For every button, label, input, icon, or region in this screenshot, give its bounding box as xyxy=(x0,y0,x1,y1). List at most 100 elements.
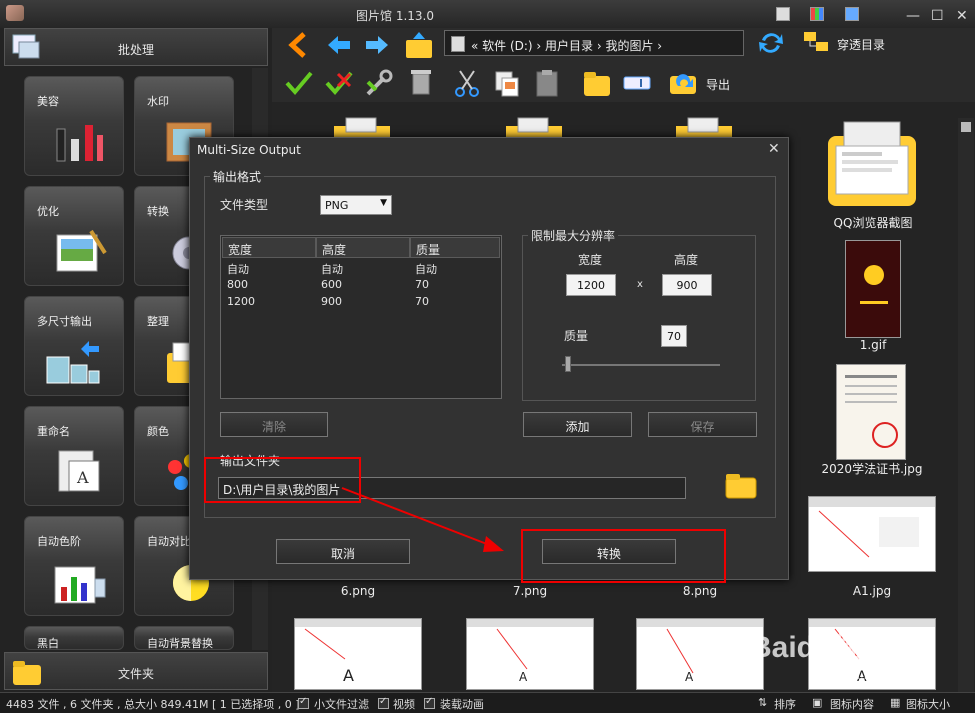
table-cell[interactable]: 1200 xyxy=(221,295,255,308)
quality-slider[interactable] xyxy=(562,364,720,366)
breadcrumb[interactable]: « 软件 (D:) › 用户目录 › 我的图片 › xyxy=(444,30,744,56)
tile-label: 黑白 xyxy=(37,637,59,650)
col-header-quality[interactable]: 质量 xyxy=(410,237,500,258)
close-button[interactable]: ✕ xyxy=(950,4,972,24)
video-label[interactable]: 视频 xyxy=(393,696,415,712)
small-filter-checkbox[interactable] xyxy=(298,696,309,709)
size-table[interactable]: 宽度 高度 质量 自动 自动 自动 800 600 70 1200 900 70 xyxy=(220,235,502,399)
add-button[interactable]: 添加 xyxy=(523,412,632,437)
arrow-right-icon[interactable] xyxy=(362,30,392,60)
paste-icon[interactable] xyxy=(532,68,562,98)
export-icon[interactable] xyxy=(668,66,698,96)
thumbnail-bottom-2[interactable]: A xyxy=(466,618,594,690)
maximize-icon: ☐ xyxy=(931,8,944,24)
monitor-icon[interactable] xyxy=(845,7,859,21)
tile-label: 重命名 xyxy=(37,425,70,438)
thumbnail-a1[interactable] xyxy=(808,496,936,572)
thumbnail-bottom-1[interactable]: A xyxy=(294,618,422,690)
cosmetics-icon xyxy=(56,125,103,162)
col-header-width[interactable]: 宽度 xyxy=(222,237,316,258)
arrow-left-icon[interactable] xyxy=(324,30,354,60)
optimize-icon xyxy=(56,229,107,272)
check-icon[interactable] xyxy=(284,68,314,98)
table-cell[interactable]: 800 xyxy=(221,278,248,291)
icon-size-icon[interactable]: ▦ xyxy=(890,696,900,709)
table-cell[interactable]: 70 xyxy=(409,278,429,291)
scroll-thumb[interactable] xyxy=(961,122,971,132)
icon-size-label[interactable]: 图标大小 xyxy=(906,696,950,712)
limit-height-input[interactable]: 900 xyxy=(662,274,712,296)
thumbnail-certificate[interactable] xyxy=(836,364,906,460)
annotation-box-folder xyxy=(204,457,361,503)
tile-black-white[interactable]: 黑白 xyxy=(24,626,124,650)
table-cell[interactable]: 900 xyxy=(315,295,342,308)
refresh-icon[interactable] xyxy=(756,28,786,58)
table-cell[interactable]: 70 xyxy=(409,295,429,308)
table-cell[interactable]: 自动 xyxy=(409,261,437,277)
load-anim-label[interactable]: 装载动画 xyxy=(440,696,484,712)
trash-icon[interactable] xyxy=(406,66,436,96)
document-preview-icon xyxy=(809,497,935,558)
icon-content-label[interactable]: 图标内容 xyxy=(830,696,874,712)
minimize-button[interactable]: — xyxy=(900,4,922,24)
minimize-icon: — xyxy=(906,8,920,24)
table-cell[interactable]: 600 xyxy=(315,278,342,291)
limit-width-input[interactable]: 1200 xyxy=(566,274,616,296)
folder-up-icon[interactable] xyxy=(404,30,434,60)
uncheck-icon[interactable] xyxy=(324,68,354,98)
tile-optimize[interactable]: 优化 xyxy=(24,186,124,286)
tile-beauty[interactable]: 美容 xyxy=(24,76,124,176)
file-type-select[interactable]: PNG ▼ xyxy=(320,195,392,215)
quality-input[interactable]: 70 xyxy=(661,325,687,347)
tile-multi-size-output[interactable]: 多尺寸输出 xyxy=(24,296,124,396)
batch-button[interactable]: 批处理 xyxy=(4,28,268,66)
thumbnail-bottom-3[interactable]: A xyxy=(636,618,764,690)
tile-auto-background[interactable]: 自动背景替换 xyxy=(134,626,234,650)
video-checkbox[interactable] xyxy=(378,696,389,709)
col-header-height[interactable]: 高度 xyxy=(316,237,410,258)
through-dir-label[interactable]: 穿透目录 xyxy=(837,36,885,53)
times-sign: x xyxy=(637,279,643,290)
baidu-watermark-url: jingyan.baidu.com xyxy=(816,668,927,682)
small-filter-label[interactable]: 小文件过滤 xyxy=(314,696,369,712)
cut-icon[interactable] xyxy=(452,68,482,98)
clear-button[interactable]: 清除 xyxy=(220,412,328,437)
table-cell[interactable]: 自动 xyxy=(315,261,343,277)
tile-auto-levels[interactable]: 自动色阶 xyxy=(24,516,124,616)
color-grid-icon[interactable] xyxy=(810,7,824,21)
through-dir-icon[interactable] xyxy=(802,28,832,58)
rename-field-icon[interactable] xyxy=(622,68,652,98)
right-scrollbar[interactable] xyxy=(958,118,974,692)
folder-open-icon[interactable] xyxy=(582,68,612,98)
sort-icon[interactable]: ⇅ xyxy=(758,696,767,709)
document-icon[interactable] xyxy=(776,7,790,21)
tile-label: 转换 xyxy=(147,205,169,218)
drive-icon xyxy=(451,36,465,52)
sort-label[interactable]: 排序 xyxy=(774,696,796,712)
tile-label: 颜色 xyxy=(147,425,169,438)
qq-folder-icon[interactable] xyxy=(824,118,920,208)
table-cell[interactable]: 自动 xyxy=(221,261,249,277)
file-label: 8.png xyxy=(682,584,718,598)
icon-content-icon[interactable]: ▣ xyxy=(812,696,822,709)
export-label[interactable]: 导出 xyxy=(706,76,730,93)
thumbnail-1-gif[interactable] xyxy=(845,240,901,338)
annotation-arrow-icon xyxy=(341,487,504,552)
rename-icon: A xyxy=(58,450,100,492)
maximize-button[interactable]: ☐ xyxy=(925,4,947,24)
back-orange-icon[interactable] xyxy=(284,30,314,60)
quality-slider-thumb[interactable] xyxy=(565,356,571,372)
copy-icon[interactable] xyxy=(492,68,522,98)
certificate-seal-icon xyxy=(845,375,898,448)
multi-size-icon xyxy=(46,341,100,384)
dialog-close-icon[interactable]: ✕ xyxy=(768,141,780,157)
browse-folder-icon[interactable] xyxy=(724,470,758,500)
firework-icon xyxy=(860,265,888,304)
tile-rename[interactable]: 重命名 A xyxy=(24,406,124,506)
save-button[interactable]: 保存 xyxy=(648,412,757,437)
file-label: 7.png xyxy=(512,584,548,598)
load-anim-checkbox[interactable] xyxy=(424,696,435,709)
tools-icon[interactable] xyxy=(364,68,394,98)
folder-button[interactable]: 文件夹 xyxy=(4,652,268,690)
output-format-label: 输出格式 xyxy=(210,168,265,185)
